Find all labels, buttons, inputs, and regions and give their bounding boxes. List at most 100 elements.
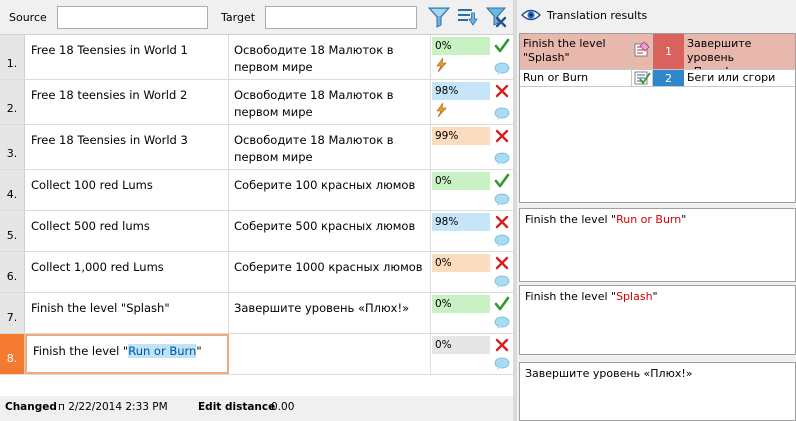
speech-bubble-icon[interactable] <box>494 62 510 76</box>
results-title: Translation results <box>547 9 648 22</box>
table-row[interactable]: 1. Free 18 Teensies in World 1 Освободит… <box>0 35 513 80</box>
result-target: Беги или сгори <box>684 70 795 87</box>
lightning-icon <box>434 57 448 73</box>
table-row[interactable]: 7. Finish the level "Splash" Завершите у… <box>0 293 513 334</box>
speech-bubble-icon[interactable] <box>494 234 510 248</box>
tm-source-text: Finish the level " <box>525 290 617 303</box>
result-source: Finish the level "Splash" <box>520 34 632 70</box>
speech-bubble-icon[interactable] <box>494 316 510 330</box>
target-cell[interactable]: Освободите 18 Малюток в первом мире <box>229 80 431 124</box>
funnel-icon[interactable] <box>427 5 451 29</box>
green-check-icon[interactable] <box>494 296 510 312</box>
match-percent: 0% <box>432 295 490 313</box>
match-percent: 0% <box>432 336 490 354</box>
row-number: 6. <box>0 252 25 292</box>
status-bar: Changed п 2/22/2014 2:33 PM Edit distanc… <box>0 396 513 421</box>
source-cell[interactable]: Collect 100 red Lums <box>25 170 229 210</box>
result-rank: 2 <box>653 70 684 87</box>
source-text-end: " <box>196 344 202 358</box>
red-x-icon[interactable] <box>494 128 510 144</box>
red-x-icon[interactable] <box>494 83 510 99</box>
changed-label: Changed <box>5 401 57 413</box>
match-percent: 0% <box>432 37 490 55</box>
eye-icon[interactable] <box>521 7 541 23</box>
compare-diff-text: Run or Burn <box>616 213 682 226</box>
selected-text: Run or Burn <box>128 344 197 358</box>
source-cell[interactable]: Free 18 teensies in World 2 <box>25 80 229 124</box>
row-number: 1. <box>0 35 25 79</box>
source-cell-editing[interactable]: Finish the level "Run or Burn" <box>25 334 229 374</box>
match-percent: 98% <box>432 213 490 231</box>
source-cell[interactable]: Free 18 Teensies in World 1 <box>25 35 229 79</box>
source-text: Finish the level " <box>33 344 129 358</box>
compare-text: Finish the level " <box>525 213 617 226</box>
source-filter-input[interactable] <box>57 6 208 29</box>
result-item[interactable]: Run or Burn 2 Беги или сгори <box>520 70 795 87</box>
source-cell[interactable]: Collect 500 red lums <box>25 211 229 251</box>
source-compare-box: Finish the level "Run or Burn" <box>519 208 796 282</box>
result-source: Run or Burn <box>520 70 632 87</box>
segments-grid: 1. Free 18 Teensies in World 1 Освободит… <box>0 34 513 396</box>
result-item-selected[interactable]: Finish the level "Splash" 1 Завершите ур… <box>520 34 795 70</box>
tm-edit-icon <box>632 34 653 70</box>
target-cell[interactable]: Соберите 1000 красных люмов <box>229 252 431 292</box>
sort-list-icon[interactable] <box>456 5 480 29</box>
row-number: 7. <box>0 293 25 333</box>
target-cell[interactable]: Завершите уровень «Плюх!» <box>229 293 431 333</box>
red-x-icon[interactable] <box>494 255 510 271</box>
green-check-icon[interactable] <box>494 38 510 54</box>
row-number: 2. <box>0 80 25 124</box>
speech-bubble-icon[interactable] <box>494 193 510 207</box>
speech-bubble-icon[interactable] <box>494 107 510 121</box>
match-percent: 98% <box>432 82 490 100</box>
row-number: 3. <box>0 125 25 169</box>
red-x-icon[interactable] <box>494 337 510 353</box>
speech-bubble-icon[interactable] <box>494 357 510 371</box>
target-cell[interactable]: Соберите 500 красных люмов <box>229 211 431 251</box>
target-cell[interactable] <box>229 334 431 374</box>
target-filter-input[interactable] <box>265 6 417 29</box>
result-rank: 1 <box>653 34 684 70</box>
source-cell[interactable]: Finish the level "Splash" <box>25 293 229 333</box>
match-percent: 0% <box>432 254 490 272</box>
table-row[interactable]: 3. Free 18 Teensies in World 3 Освободит… <box>0 125 513 170</box>
table-row[interactable]: 4. Collect 100 red Lums Соберите 100 кра… <box>0 170 513 211</box>
row-number: 4. <box>0 170 25 210</box>
segments-pane: Source Target 1. Free 18 Teensies in Wor… <box>0 0 513 421</box>
compare-text-end: " <box>681 213 687 226</box>
row-number: 8. <box>0 334 25 374</box>
target-cell[interactable]: Соберите 100 красных люмов <box>229 170 431 210</box>
speech-bubble-icon[interactable] <box>494 152 510 166</box>
row-number: 5. <box>0 211 25 251</box>
tm-check-icon <box>632 70 653 87</box>
target-filter-label: Target <box>221 11 256 24</box>
tm-diff-text: Splash <box>616 290 653 303</box>
source-cell[interactable]: Collect 1,000 red Lums <box>25 252 229 292</box>
table-row[interactable]: 6. Collect 1,000 red Lums Соберите 1000 … <box>0 252 513 293</box>
filter-bar: Source Target <box>0 0 513 33</box>
table-row-active[interactable]: 8. Finish the level "Run or Burn" 0% <box>0 334 513 375</box>
lightning-icon <box>434 102 448 118</box>
changed-value: п 2/22/2014 2:33 PM <box>58 401 168 413</box>
clear-filter-icon[interactable] <box>485 5 509 29</box>
tm-target-box: Завершите уровень «Плюх!» <box>519 362 796 421</box>
edit-distance-label: Edit distance <box>198 401 276 413</box>
target-cell[interactable]: Освободите 18 Малюток в первом мире <box>229 35 431 79</box>
table-row[interactable]: 2. Free 18 teensies in World 2 Освободит… <box>0 80 513 125</box>
result-target: Завершите уровень «Плюх!... <box>684 34 795 70</box>
translation-results-pane: Translation results Finish the level "Sp… <box>517 0 796 421</box>
tm-source-box: Finish the level "Splash" <box>519 285 796 355</box>
results-header: Translation results <box>517 0 796 30</box>
match-percent: 0% <box>432 172 490 190</box>
edit-distance-value: 0.00 <box>271 401 295 413</box>
green-check-icon[interactable] <box>494 173 510 189</box>
source-filter-label: Source <box>9 11 47 24</box>
source-cell[interactable]: Free 18 Teensies in World 3 <box>25 125 229 169</box>
table-row[interactable]: 5. Collect 500 red lums Соберите 500 кра… <box>0 211 513 252</box>
speech-bubble-icon[interactable] <box>494 275 510 289</box>
red-x-icon[interactable] <box>494 214 510 230</box>
target-cell[interactable]: Освободите 18 Малюток в первом мире <box>229 125 431 169</box>
match-percent: 99% <box>432 127 490 145</box>
results-list: Finish the level "Splash" 1 Завершите ур… <box>519 33 796 203</box>
tm-source-text-end: " <box>652 290 658 303</box>
